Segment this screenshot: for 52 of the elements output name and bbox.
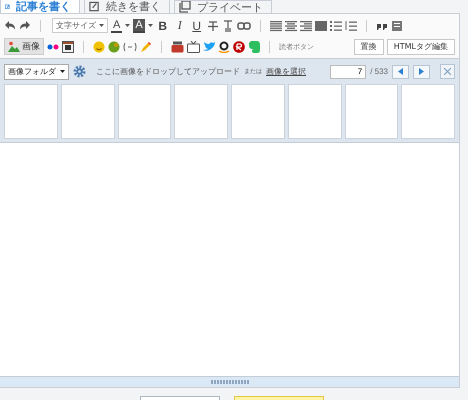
toolbar-button[interactable]: 置換: [354, 38, 384, 54]
folder-select[interactable]: 画像フォルダ: [4, 64, 69, 80]
round-emoji-icon[interactable]: [108, 40, 120, 52]
caret-icon[interactable]: [125, 24, 130, 27]
pages-icon[interactable]: [179, 1, 191, 13]
pencil-icon[interactable]: [140, 40, 152, 52]
right-triangle-icon[interactable]: [419, 68, 424, 75]
page-total: / 533: [370, 67, 388, 76]
indent-icon[interactable]: [390, 20, 403, 32]
next-button[interactable]: [413, 64, 430, 78]
pencil-square-icon[interactable]: [89, 0, 100, 12]
previous-button[interactable]: [392, 64, 409, 78]
caret-icon[interactable]: [148, 24, 153, 27]
emoticon-icon[interactable]: [123, 42, 137, 52]
image-button[interactable]: 画像: [4, 38, 44, 55]
align-center-icon[interactable]: [284, 20, 297, 32]
text-style-icon[interactable]: [222, 20, 234, 32]
close-button[interactable]: [440, 64, 455, 79]
drop-hint: ここに画像をドロップしてアップロード: [96, 66, 240, 77]
smiley-icon[interactable]: [93, 40, 105, 52]
toolbar-button[interactable]: HTMLタグ編集: [386, 38, 455, 54]
caret-icon[interactable]: [99, 24, 104, 27]
left-triangle-icon[interactable]: [398, 68, 403, 75]
grip-icon[interactable]: [210, 380, 248, 384]
underline-button[interactable]: U: [190, 18, 204, 32]
font-size-select[interactable]: 文字サイズ: [52, 18, 108, 33]
resize-handle[interactable]: [0, 376, 459, 387]
editor-tab[interactable]: 続きを書く: [84, 0, 170, 13]
highlight-color-button[interactable]: A: [133, 18, 145, 32]
bulleted-list-icon[interactable]: [330, 20, 342, 32]
link-icon[interactable]: [236, 20, 251, 32]
close-icon[interactable]: [444, 68, 451, 75]
align-right-icon[interactable]: [300, 20, 312, 32]
camera-icon[interactable]: [62, 40, 74, 52]
redo-icon[interactable]: [19, 20, 31, 32]
tv-icon[interactable]: [187, 40, 200, 52]
select-image-link[interactable]: 画像を選択: [266, 66, 306, 77]
align-left-icon[interactable]: [270, 20, 282, 32]
landscape-icon[interactable]: [8, 41, 20, 52]
editor-tab[interactable]: プライベート: [174, 0, 272, 13]
italic-button[interactable]: I: [172, 18, 187, 33]
strikethrough-icon[interactable]: [206, 20, 219, 32]
page-field[interactable]: 7: [330, 64, 366, 78]
video-icon[interactable]: [171, 40, 184, 52]
caret-icon[interactable]: [60, 70, 65, 73]
bold-button[interactable]: B: [156, 18, 170, 32]
numbered-list-icon[interactable]: [344, 20, 357, 32]
undo-icon[interactable]: [4, 20, 16, 32]
text-color-button[interactable]: A: [111, 18, 122, 32]
settings-icon[interactable]: [73, 65, 86, 78]
editor-tab[interactable]: 記事を書く: [0, 0, 80, 13]
circle-r-icon[interactable]: [233, 40, 245, 52]
